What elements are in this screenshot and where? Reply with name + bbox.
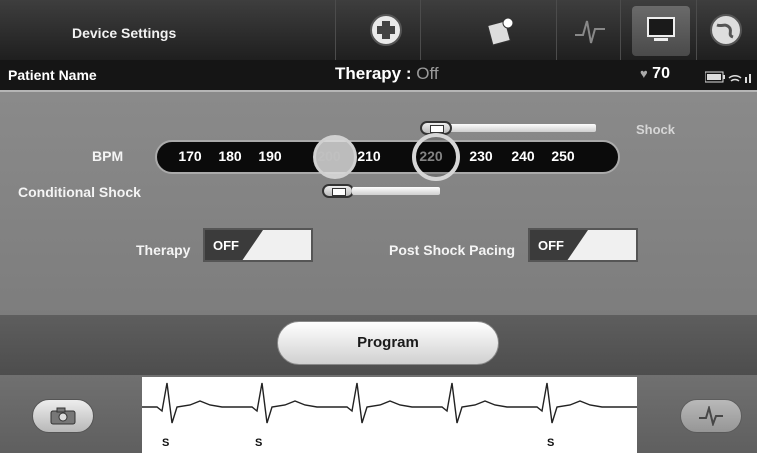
bpm-selector[interactable]: 170 180 190 200 210 220 230 240 250	[155, 140, 620, 174]
status-bar: Patient Name Therapy : Off ♥ 70	[0, 60, 757, 90]
ecg-wave-icon	[699, 406, 723, 426]
post-shock-pacing-toggle-state: OFF	[538, 238, 564, 253]
ecg-trend-icon[interactable]	[572, 12, 608, 48]
bpm-value[interactable]: 240	[503, 148, 543, 164]
conditional-shock-slider-handle[interactable]	[322, 184, 354, 198]
program-bar: Program	[0, 315, 757, 375]
shock-marker: S	[162, 437, 170, 449]
globe-icon[interactable]	[708, 12, 744, 48]
program-button[interactable]: Program	[277, 321, 499, 365]
bpm-value[interactable]: 230	[461, 148, 501, 164]
therapy-status: Therapy : Off	[335, 64, 439, 84]
pill-box-icon[interactable]	[483, 12, 519, 48]
settings-panel: Shock BPM 170 180 190 200 210 220 230 24…	[0, 90, 757, 318]
therapy-status-label: Therapy :	[335, 64, 412, 83]
heart-icon: ♥	[640, 66, 648, 81]
shock-marker: S	[255, 437, 263, 449]
bpm-value[interactable]: 190	[250, 148, 290, 164]
shock-selector-ring[interactable]	[412, 133, 460, 181]
top-menu-bar: Device Settings	[0, 0, 757, 60]
medical-cross-icon[interactable]	[368, 12, 404, 48]
battery-icon	[704, 70, 753, 88]
bpm-label: BPM	[92, 148, 124, 164]
ecg-area: S S S	[0, 375, 757, 453]
therapy-label: Therapy	[136, 242, 191, 258]
conditional-shock-label: Conditional Shock	[18, 184, 141, 200]
heart-rate: ♥ 70	[640, 65, 670, 83]
therapy-toggle[interactable]: OFF	[203, 228, 313, 262]
heart-rate-value: 70	[652, 65, 670, 82]
conditional-shock-selector-ring[interactable]	[313, 135, 357, 179]
therapy-toggle-state: OFF	[213, 238, 239, 253]
camera-icon	[50, 407, 76, 425]
post-shock-pacing-toggle[interactable]: OFF	[528, 228, 638, 262]
shock-marker: S	[547, 437, 555, 449]
shock-slider-track[interactable]	[440, 124, 596, 132]
bpm-value[interactable]: 180	[210, 148, 250, 164]
snapshot-button[interactable]	[32, 399, 94, 433]
patient-name: Patient Name	[8, 67, 97, 83]
therapy-status-value: Off	[416, 64, 439, 83]
conditional-shock-slider-track[interactable]	[352, 187, 440, 195]
monitor-icon[interactable]	[632, 6, 690, 56]
shock-label: Shock	[636, 122, 676, 137]
bpm-value[interactable]: 250	[543, 148, 583, 164]
bpm-value[interactable]: 170	[170, 148, 210, 164]
post-shock-pacing-label: Post Shock Pacing	[389, 242, 516, 258]
device-settings-title: Device Settings	[72, 25, 177, 41]
manual-shock-button[interactable]	[680, 399, 742, 433]
ecg-strip: S S S	[142, 377, 637, 453]
